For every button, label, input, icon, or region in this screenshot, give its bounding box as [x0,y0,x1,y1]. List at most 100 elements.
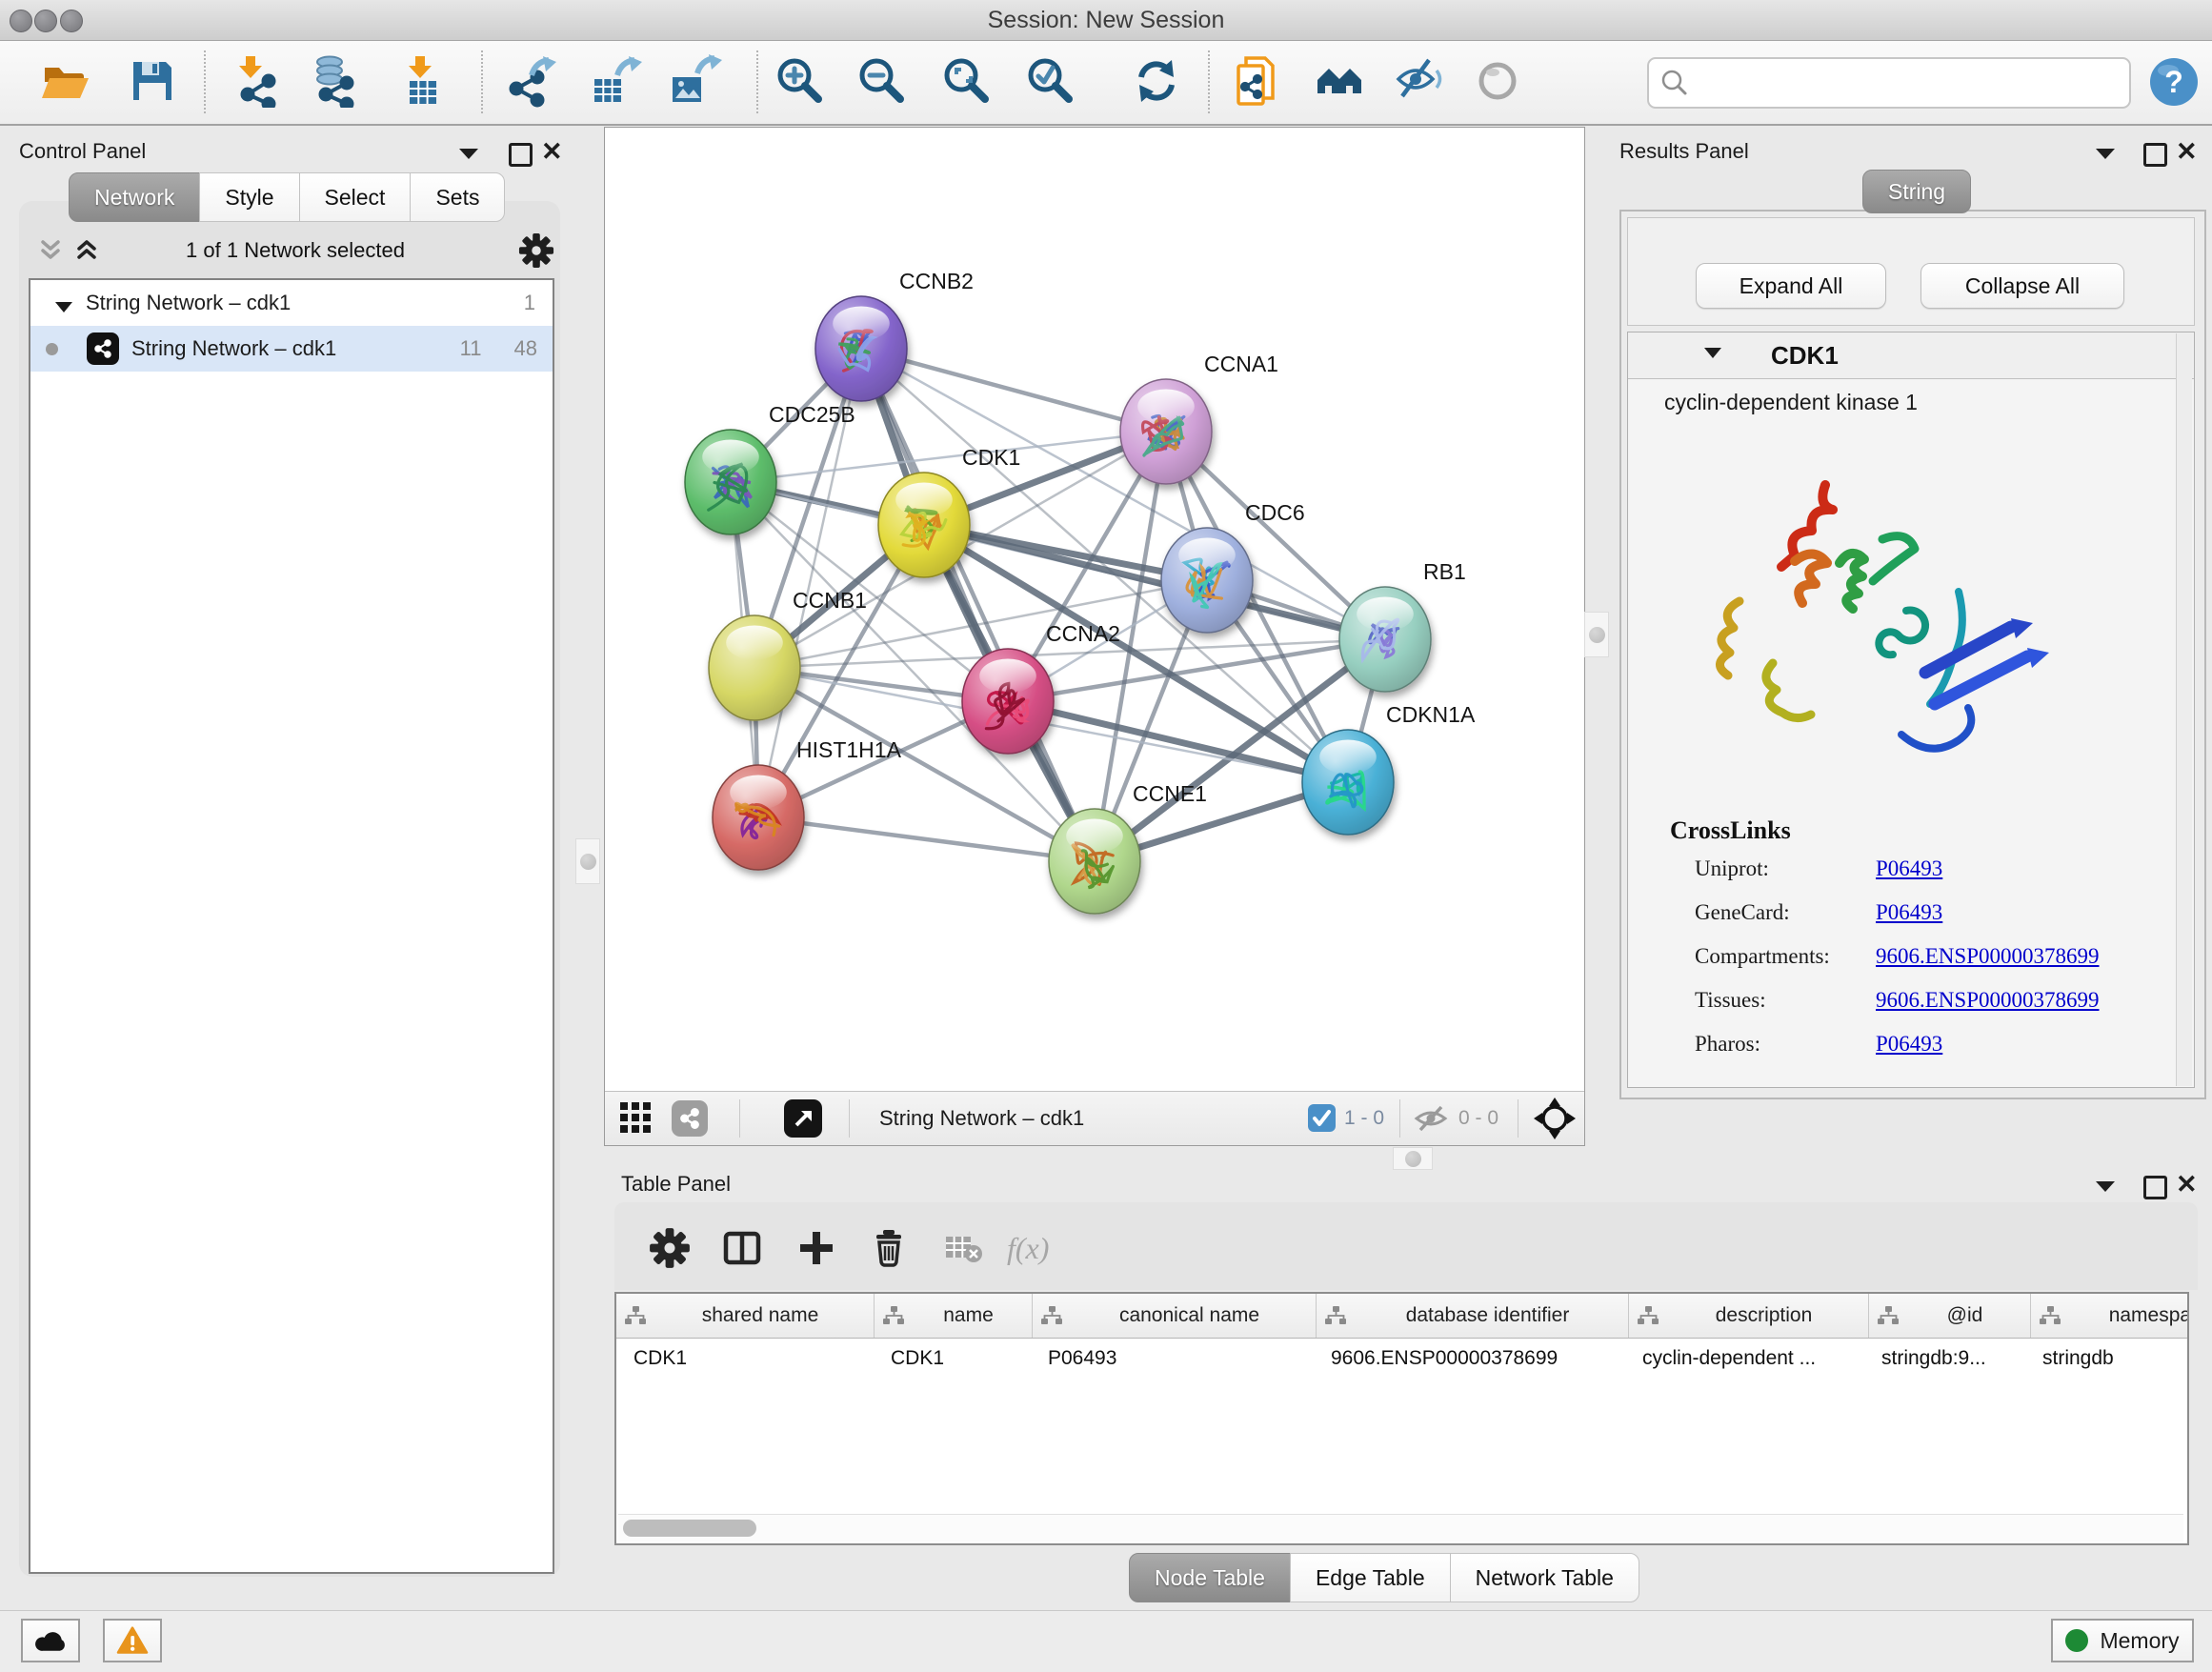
export-network-icon[interactable] [507,54,560,108]
import-table-icon[interactable] [396,54,450,108]
crosslink-label: GeneCard: [1695,900,1876,925]
node-label: CCNA2 [1046,621,1120,646]
selected-checkbox-icon[interactable] [1308,1104,1336,1132]
cell-namespace: stringdb [2025,1338,2189,1380]
entry-expander-icon[interactable] [1704,348,1721,358]
right-splitter-handle[interactable] [1584,612,1609,657]
table-panel-tabs: Node TableEdge TableNetwork Table [1129,1553,1639,1602]
toolbar-separator [756,50,758,113]
delete-column-icon[interactable] [868,1227,910,1269]
results-panel-float-icon[interactable] [2143,143,2167,167]
results-panel-close-icon[interactable]: ✕ [2176,141,2198,162]
left-splitter-handle[interactable] [575,838,600,884]
control-panel-menu-icon[interactable] [459,149,478,159]
function-builder-icon[interactable]: f(x) [1007,1227,1083,1269]
search-input[interactable] [1691,70,2129,96]
cell-database-identifier: 9606.ENSP00000378699 [1314,1338,1625,1380]
network-edge-CCNA2-CDKN1A[interactable] [1008,701,1348,782]
create-column-icon[interactable] [795,1227,837,1269]
network-edge-HIST1H1A-CCNE1[interactable] [758,817,1095,861]
crosslink-link[interactable]: P06493 [1876,900,1942,924]
crosslink-link[interactable]: 9606.ENSP00000378699 [1876,944,2100,968]
warning-status-button[interactable] [103,1619,162,1662]
node-CCNE1[interactable]: CCNE1 [1049,781,1207,914]
network-canvas[interactable]: CCNB2CCNA1CDC25BCDK1CDC6RB1CCNB1CCNA2CDK… [605,128,1584,1090]
column-type-icon [2039,1305,2061,1326]
export-image-icon[interactable] [669,54,722,108]
tab-sets[interactable]: Sets [410,172,505,222]
crosshair-navigate-icon[interactable] [1533,1097,1577,1140]
tab-select[interactable]: Select [299,172,412,222]
expand-all-button[interactable]: Expand All [1696,263,1886,309]
delete-table-icon-disabled[interactable] [942,1227,984,1269]
control-panel-float-icon[interactable] [509,143,533,167]
node-CCNB1[interactable]: CCNB1 [709,588,867,720]
collapse-all-button[interactable]: Collapse All [1920,263,2124,309]
node-CDKN1A[interactable]: CDKN1A [1302,702,1476,835]
table-row[interactable]: CDK1CDK1P064939606.ENSP00000378699cyclin… [616,1338,2189,1380]
node-CCNB2[interactable]: CCNB2 [815,269,974,401]
table-panel-close-icon[interactable]: ✕ [2176,1174,2198,1195]
crosslink-link[interactable]: 9606.ENSP00000378699 [1876,988,2100,1012]
open-session-icon[interactable] [38,54,91,108]
toolbar-separator [1208,50,1210,113]
export-table-icon[interactable] [589,54,642,108]
node-RB1[interactable]: RB1 [1339,559,1466,692]
cloud-status-button[interactable] [21,1619,80,1662]
import-network-file-icon[interactable] [231,54,284,108]
tab-style[interactable]: Style [199,172,299,222]
save-session-icon[interactable] [126,54,179,108]
zoom-in-icon[interactable] [774,54,827,108]
network-share-view-icon[interactable] [672,1100,708,1137]
crosslink-link[interactable]: P06493 [1876,1032,1942,1056]
node-CCNA1[interactable]: CCNA1 [1120,352,1278,484]
collapse-all-networks-icon[interactable] [36,236,65,265]
zoom-fit-icon[interactable] [940,54,994,108]
first-neighbors-icon[interactable] [1313,54,1366,108]
table-panel-menu-icon[interactable] [2096,1181,2115,1192]
search-icon [1659,67,1691,99]
tab-network-table[interactable]: Network Table [1450,1553,1639,1602]
table-options-gear-icon[interactable] [649,1227,691,1269]
expand-all-networks-icon[interactable] [72,236,101,265]
birds-eye-view-icon[interactable] [784,1099,822,1138]
tab-node-table[interactable]: Node Table [1129,1553,1291,1602]
zoom-out-icon[interactable] [855,54,909,108]
node-label: CDC25B [769,402,855,427]
column-header-namespace[interactable]: namespace [2031,1294,2189,1338]
scrollbar-thumb[interactable] [623,1520,756,1537]
tab-string[interactable]: String [1862,170,1971,213]
column-header-database-identifier[interactable]: database identifier [1317,1294,1629,1338]
bottom-splitter-handle[interactable] [1393,1147,1433,1170]
table-header-row: shared namenamecanonical namedatabase id… [616,1294,2189,1339]
column-header-name[interactable]: name [875,1294,1033,1338]
import-network-database-icon[interactable] [309,54,362,108]
memory-button[interactable]: Memory [2051,1619,2194,1662]
tab-network[interactable]: Network [69,172,200,222]
network-options-gear-icon[interactable] [518,232,554,269]
results-scrollbar[interactable] [2176,333,2192,1086]
control-panel-close-icon[interactable]: ✕ [541,141,563,162]
network-tree-root-row[interactable]: String Network – cdk1 1 [30,280,553,326]
show-columns-icon[interactable] [721,1227,763,1269]
help-icon[interactable]: ? [2147,55,2201,109]
crosslink-link[interactable]: P06493 [1876,856,1942,880]
network-tree-item-row[interactable]: String Network – cdk1 11 48 [30,326,553,372]
column-header-id[interactable]: @id [1869,1294,2031,1338]
show-all-icon[interactable] [1473,54,1526,108]
new-network-from-selection-icon[interactable] [1233,54,1286,108]
node-label: CCNA1 [1204,352,1278,376]
grid-view-icon[interactable] [620,1102,653,1135]
string-network-icon [87,332,119,365]
refresh-layout-icon[interactable] [1130,54,1183,108]
column-header-shared-name[interactable]: shared name [616,1294,875,1338]
table-panel-float-icon[interactable] [2143,1176,2167,1199]
results-panel-menu-icon[interactable] [2096,149,2115,159]
column-header-canonical-name[interactable]: canonical name [1033,1294,1317,1338]
node-HIST1H1A[interactable]: HIST1H1A [713,737,902,870]
hide-selection-icon[interactable] [1393,54,1446,108]
column-header-description[interactable]: description [1629,1294,1869,1338]
zoom-selected-icon[interactable] [1024,54,1077,108]
tree-expander-icon[interactable] [55,302,72,312]
tab-edge-table[interactable]: Edge Table [1290,1553,1451,1602]
